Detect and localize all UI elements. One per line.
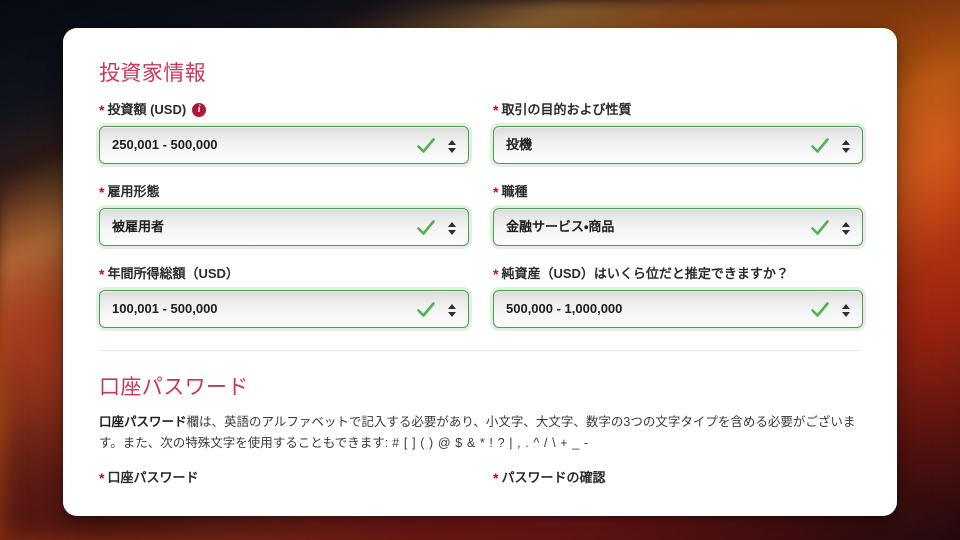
field-annual-income: * 年間所得総額（USD） 100,001 - 500,000 — [99, 265, 469, 328]
password-note-special-characters: # [ ] ( ) @ $ & * ! ? | , . ^ / \ + _ - — [388, 436, 589, 450]
valid-check-icon — [811, 138, 829, 153]
select-value-text: 投機 — [506, 137, 533, 152]
select-spinner-arrows-icon[interactable] — [446, 218, 457, 238]
required-asterisk: * — [99, 102, 105, 118]
required-asterisk: * — [493, 266, 499, 282]
select-value-text: 250,001 - 500,000 — [112, 137, 218, 152]
chevron-down-icon — [447, 147, 456, 153]
select-value-text: 500,000 - 1,000,000 — [506, 301, 623, 316]
info-icon[interactable]: i — [192, 103, 207, 117]
valid-check-icon — [417, 302, 435, 317]
field-occupation: * 職種 金融サービス・商品 — [493, 183, 863, 246]
valid-check-icon — [811, 302, 829, 317]
select-trading-purpose[interactable]: 投機 — [493, 126, 863, 164]
select-annual-income[interactable]: 100,001 - 500,000 — [99, 290, 469, 328]
required-asterisk: * — [99, 470, 105, 486]
select-spinner-arrows-icon[interactable] — [840, 218, 851, 238]
password-requirements-note: 口座パスワード欄は、英語のアルファベットで記入する必要があり、小文字、大文字、数… — [99, 412, 861, 454]
field-net-worth: * 純資産（USD）はいくら位だと推定できますか？ 500,000 - 1,00… — [493, 265, 863, 328]
chevron-down-icon — [447, 229, 456, 235]
chevron-up-icon — [841, 221, 850, 227]
valid-check-icon — [417, 138, 435, 153]
password-note-lead: 口座パスワード — [99, 415, 187, 429]
field-label-text: パスワードの確認 — [501, 470, 606, 485]
password-section-heading: 口座パスワード — [99, 376, 249, 399]
chevron-up-icon — [841, 303, 850, 309]
select-investment-amount[interactable]: 250,001 - 500,000 — [99, 126, 469, 164]
chevron-down-icon — [447, 311, 456, 317]
field-label-text: 口座パスワード — [107, 470, 199, 485]
required-asterisk: * — [493, 102, 499, 118]
valid-check-icon — [417, 220, 435, 235]
chevron-down-icon — [841, 229, 850, 235]
field-label-annual-income: * 年間所得総額（USD） — [99, 265, 469, 283]
field-investment-amount: * 投資額 (USD) i 250,001 - 500,000 — [99, 101, 469, 164]
investor-section-heading: 投資家情報 — [99, 62, 206, 85]
select-spinner-arrows-icon[interactable] — [840, 136, 851, 156]
chevron-down-icon — [841, 147, 850, 153]
field-trading-purpose: * 取引の目的および性質 投機 — [493, 101, 863, 164]
select-spinner-arrows-icon[interactable] — [446, 300, 457, 320]
select-spinner-arrows-icon[interactable] — [446, 136, 457, 156]
investor-fields-grid: * 投資額 (USD) i 250,001 - 500,000 * 取引の目的お… — [99, 101, 863, 347]
field-label-investment-amount: * 投資額 (USD) i — [99, 101, 469, 119]
field-employment-status: * 雇用形態 被雇用者 — [99, 183, 469, 246]
field-label-text: 雇用形態 — [107, 184, 160, 199]
field-label-occupation: * 職種 — [493, 183, 863, 201]
form-content: 投資家情報 * 投資額 (USD) i 250,001 - 500,000 * … — [63, 28, 897, 494]
chevron-up-icon — [841, 139, 850, 145]
field-label-net-worth: * 純資産（USD）はいくら位だと推定できますか？ — [493, 265, 863, 283]
field-label-text: 年間所得総額（USD） — [107, 266, 239, 281]
field-label-text: 取引の目的および性質 — [501, 102, 632, 117]
chevron-up-icon — [447, 221, 456, 227]
select-value-text: 被雇用者 — [112, 219, 165, 234]
select-net-worth[interactable]: 500,000 - 1,000,000 — [493, 290, 863, 328]
required-asterisk: * — [99, 184, 105, 200]
required-asterisk: * — [493, 184, 499, 200]
field-label-text: 投資額 (USD) — [107, 102, 187, 117]
registration-form-card: 投資家情報 * 投資額 (USD) i 250,001 - 500,000 * … — [63, 28, 897, 516]
required-asterisk: * — [493, 470, 499, 486]
valid-check-icon — [811, 220, 829, 235]
field-label-trading-purpose: * 取引の目的および性質 — [493, 101, 863, 119]
select-value-text: 金融サービス・商品 — [506, 219, 615, 234]
password-fields-grid: * 口座パスワード * パスワードの確認 — [99, 469, 861, 494]
field-label-text: 純資産（USD）はいくら位だと推定できますか？ — [501, 266, 789, 281]
select-value-text: 100,001 - 500,000 — [112, 301, 218, 316]
field-label-confirm-password: * パスワードの確認 — [493, 469, 863, 487]
select-occupation[interactable]: 金融サービス・商品 — [493, 208, 863, 246]
field-label-text: 職種 — [501, 184, 528, 199]
required-asterisk: * — [99, 266, 105, 282]
select-employment-status[interactable]: 被雇用者 — [99, 208, 469, 246]
field-label-account-password: * 口座パスワード — [99, 469, 469, 487]
select-spinner-arrows-icon[interactable] — [840, 300, 851, 320]
chevron-up-icon — [447, 303, 456, 309]
chevron-down-icon — [841, 311, 850, 317]
chevron-up-icon — [447, 139, 456, 145]
field-label-employment-status: * 雇用形態 — [99, 183, 469, 201]
